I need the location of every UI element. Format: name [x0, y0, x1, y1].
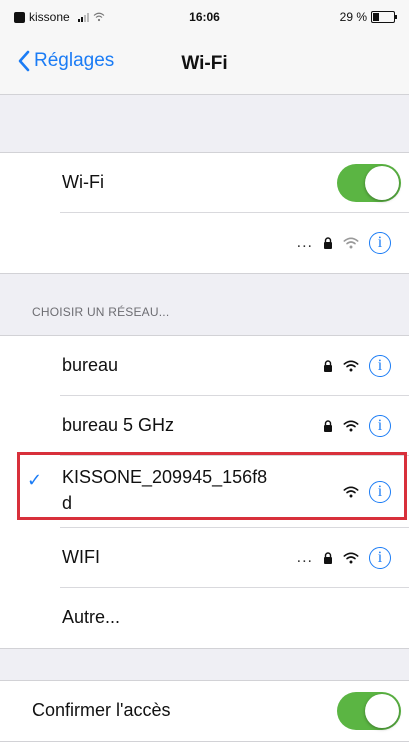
wifi-icon — [343, 552, 359, 564]
lock-icon — [324, 360, 332, 372]
network-row-wifi[interactable]: WIFI ... i — [0, 528, 409, 588]
highlight-box — [17, 452, 407, 520]
lock-icon — [324, 552, 332, 564]
toggle-knob — [365, 166, 399, 200]
network-row-bureau-5ghz[interactable]: bureau 5 GHz i — [0, 396, 409, 456]
other-network-label: Autre... — [62, 607, 121, 627]
ellipsis-text: ... — [296, 234, 313, 251]
network-name: WIFI — [62, 547, 100, 567]
wifi-icon — [343, 360, 359, 372]
other-network-row[interactable]: Autre... — [0, 588, 409, 648]
info-icon[interactable]: i — [369, 415, 391, 437]
info-icon[interactable]: i — [369, 232, 391, 254]
lock-icon — [324, 420, 332, 432]
wifi-icon — [343, 237, 359, 249]
toggle-knob — [365, 694, 399, 728]
info-icon[interactable]: i — [369, 547, 391, 569]
battery-icon — [371, 11, 397, 23]
battery-level — [373, 13, 380, 21]
ellipsis-text: ... — [296, 549, 313, 566]
battery-percent: 29 % — [339, 10, 367, 24]
wifi-section: Wi-Fi ... i — [0, 152, 409, 274]
info-icon[interactable]: i — [369, 355, 391, 377]
confirm-access-section: Confirmer l'accès — [0, 680, 409, 742]
wifi-toggle-row: Wi-Fi — [0, 153, 409, 213]
wifi-toggle[interactable] — [337, 164, 401, 202]
network-name: bureau 5 GHz — [62, 415, 175, 435]
status-bar: kissone 16:06 29 % — [0, 0, 409, 34]
network-name: bureau — [62, 355, 119, 375]
status-right: 29 % — [339, 10, 397, 24]
confirm-access-label: Confirmer l'accès — [32, 700, 171, 720]
network-row-bureau[interactable]: bureau i — [0, 336, 409, 396]
confirm-access-toggle[interactable] — [337, 692, 401, 730]
page-title: Wi-Fi — [181, 53, 228, 74]
confirm-access-row: Confirmer l'accès — [0, 681, 409, 741]
wifi-label: Wi-Fi — [62, 172, 104, 192]
connected-network-row[interactable]: ... i — [0, 213, 409, 273]
network-section-header: CHOISIR UN RÉSEAU... — [32, 305, 170, 319]
lock-icon — [324, 237, 332, 249]
navigation-bar: Réglages Wi-Fi — [0, 34, 409, 95]
wifi-icon — [343, 420, 359, 432]
